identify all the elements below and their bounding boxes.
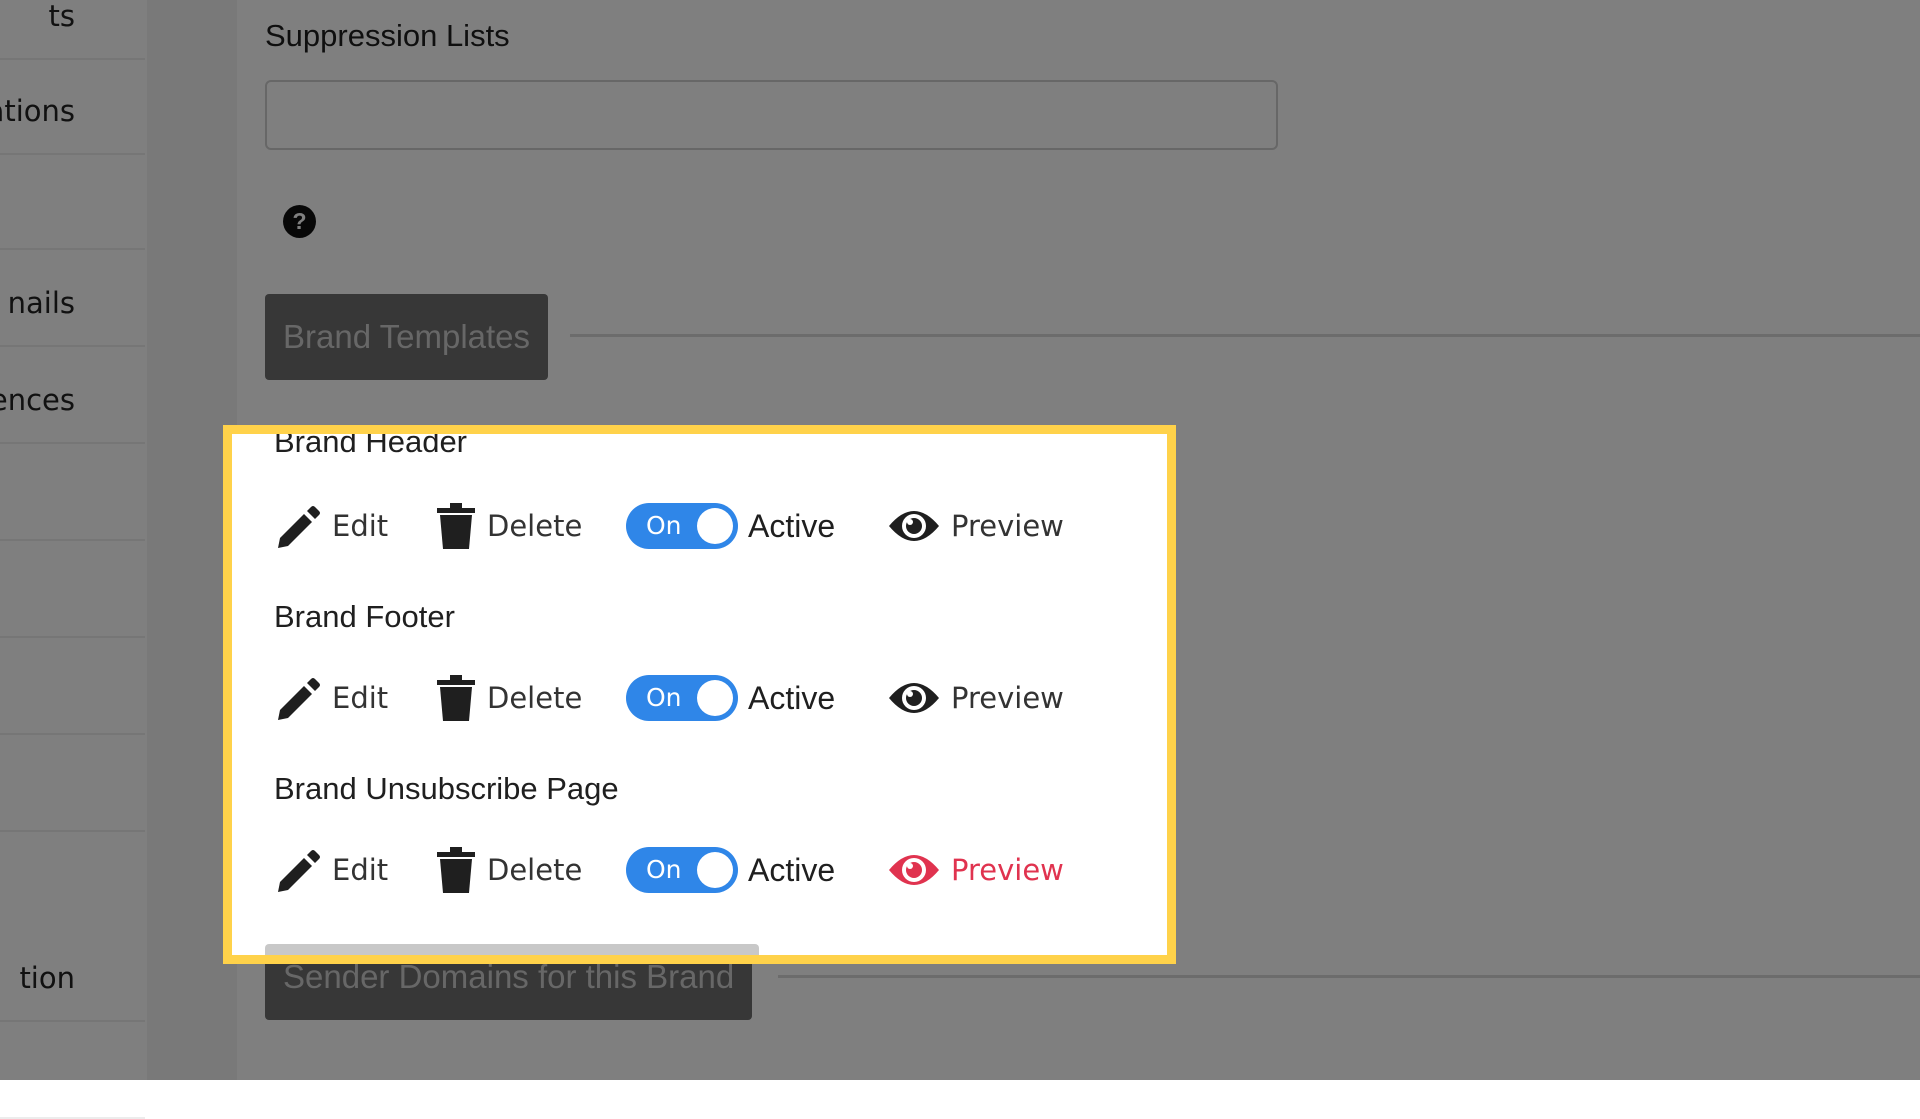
- preview-label: Preview: [951, 853, 1064, 887]
- active-toggle-group: On Active: [626, 668, 835, 728]
- active-label: Active: [748, 851, 836, 888]
- edit-label: Edit: [332, 681, 389, 715]
- template-actions-row: Edit Delete On Active Preview: [232, 668, 1167, 728]
- edit-label: Edit: [332, 509, 389, 543]
- edit-button[interactable]: Edit: [274, 496, 388, 556]
- eye-icon: [889, 511, 939, 541]
- toggle-state-label: On: [646, 683, 682, 712]
- toggle-state-label: On: [646, 511, 682, 540]
- template-title: Brand Header: [274, 425, 468, 459]
- active-toggle[interactable]: On: [626, 503, 738, 549]
- edit-label: Edit: [332, 853, 389, 887]
- template-actions-row: Edit Delete On Active Preview: [232, 840, 1167, 900]
- active-toggle-group: On Active: [626, 840, 835, 900]
- delete-label: Delete: [487, 681, 583, 715]
- delete-button[interactable]: Delete: [435, 496, 582, 556]
- delete-button[interactable]: Delete: [435, 668, 582, 728]
- active-toggle[interactable]: On: [626, 675, 738, 721]
- pencil-icon: [278, 850, 320, 892]
- sender-domains-button-edge: [265, 944, 759, 955]
- pencil-icon: [278, 678, 320, 720]
- toggle-knob: [697, 680, 733, 716]
- preview-button[interactable]: Preview: [887, 840, 1064, 900]
- eye-icon: [889, 855, 939, 885]
- edit-button[interactable]: Edit: [274, 668, 388, 728]
- template-title: Brand Footer: [274, 599, 455, 634]
- preview-button[interactable]: Preview: [887, 668, 1064, 728]
- edit-button[interactable]: Edit: [274, 840, 388, 900]
- pencil-icon: [278, 506, 320, 548]
- preview-label: Preview: [951, 509, 1064, 543]
- trash-icon: [437, 503, 475, 549]
- preview-label: Preview: [951, 681, 1064, 715]
- template-title: Brand Unsubscribe Page: [274, 771, 619, 806]
- delete-label: Delete: [487, 509, 583, 543]
- toggle-knob: [697, 852, 733, 888]
- delete-label: Delete: [487, 853, 583, 887]
- preview-button[interactable]: Preview: [887, 496, 1064, 556]
- toggle-knob: [697, 508, 733, 544]
- toggle-state-label: On: [646, 855, 682, 884]
- highlighted-templates-panel: Brand Header Edit Delete On Active Previ…: [223, 425, 1176, 964]
- trash-icon: [437, 847, 475, 893]
- trash-icon: [437, 675, 475, 721]
- delete-button[interactable]: Delete: [435, 840, 582, 900]
- active-label: Active: [748, 507, 836, 544]
- eye-icon: [889, 683, 939, 713]
- active-toggle-group: On Active: [626, 496, 835, 556]
- active-toggle[interactable]: On: [626, 847, 738, 893]
- active-label: Active: [748, 679, 836, 716]
- template-actions-row: Edit Delete On Active Preview: [232, 496, 1167, 556]
